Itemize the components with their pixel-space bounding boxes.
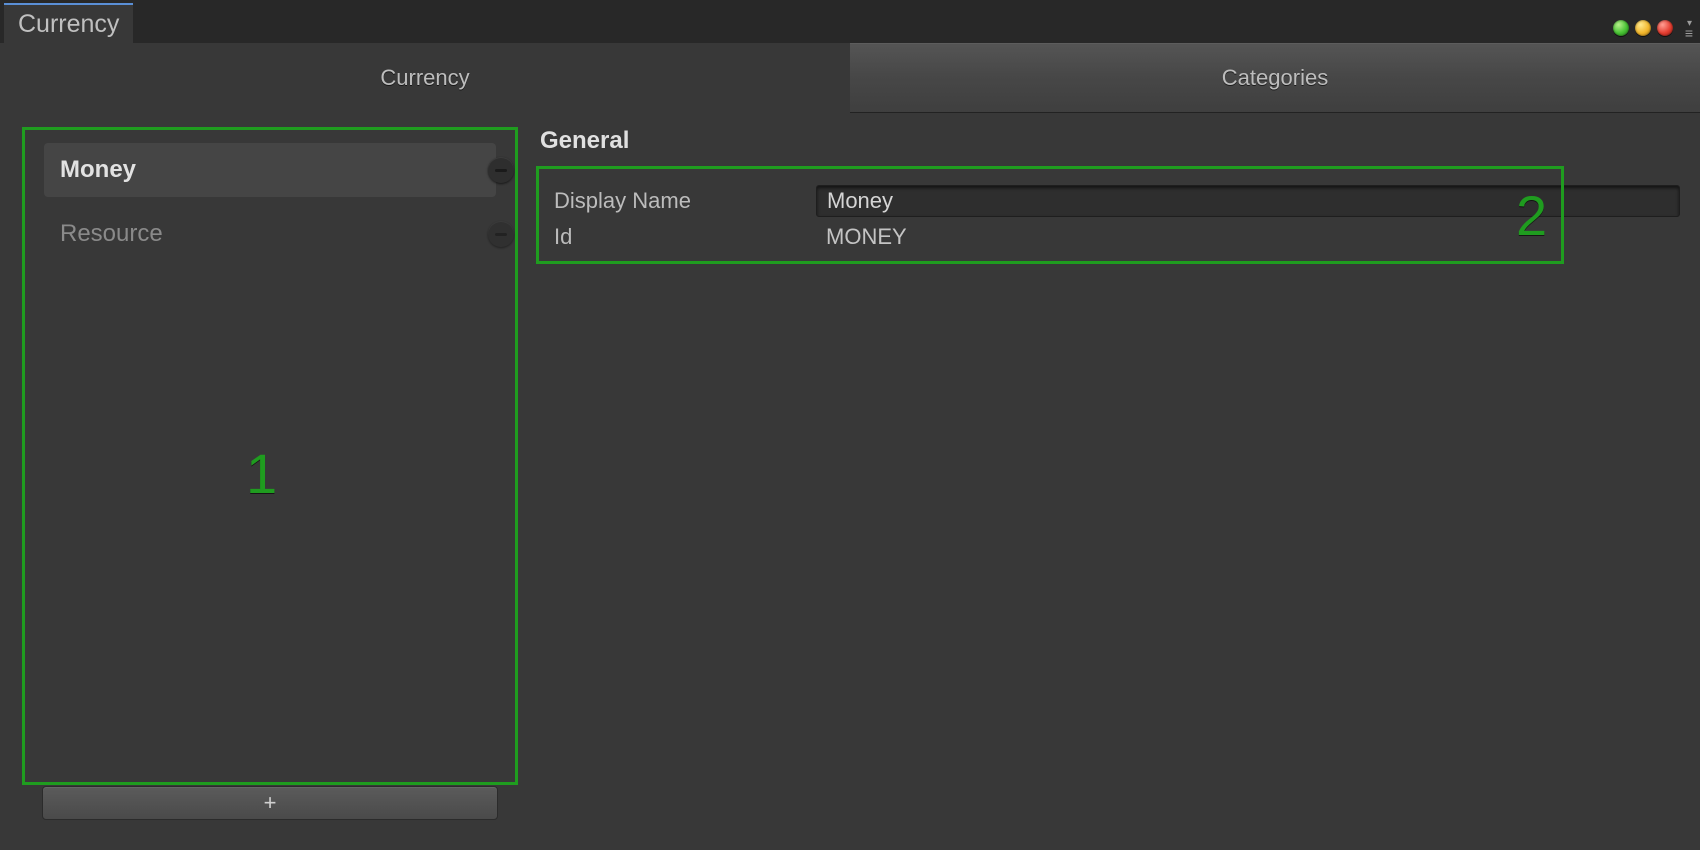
sidebar: Money Resource + <box>22 127 518 830</box>
sidebar-item-label: Resource <box>60 220 163 248</box>
traffic-light-red-icon[interactable] <box>1657 20 1673 36</box>
sidebar-item-resource[interactable]: Resource <box>44 207 496 261</box>
sidebar-item-money[interactable]: Money <box>44 143 496 197</box>
field-id: Id MONEY <box>540 219 1680 255</box>
editor-body: Money Resource + General Display Name Id <box>0 113 1700 850</box>
titlebar: Currency ▾≡ <box>0 0 1700 43</box>
tab-currency-label: Currency <box>380 65 469 91</box>
id-value: MONEY <box>816 224 907 250</box>
field-label: Display Name <box>540 188 816 214</box>
main-tabs: Currency Categories <box>0 43 1700 113</box>
add-item-button[interactable]: + <box>42 786 498 820</box>
traffic-light-yellow-icon[interactable] <box>1635 20 1651 36</box>
tab-currency[interactable]: Currency <box>0 43 850 113</box>
plus-icon: + <box>264 790 277 816</box>
field-label: Id <box>540 224 816 250</box>
traffic-light-green-icon[interactable] <box>1613 20 1629 36</box>
window-controls: ▾≡ <box>1613 19 1700 43</box>
sidebar-list: Money Resource <box>22 127 518 780</box>
tab-categories-label: Categories <box>1222 65 1328 91</box>
section-header-general: General <box>540 127 1680 155</box>
remove-item-button[interactable] <box>488 221 514 247</box>
window-tab-label: Currency <box>18 10 119 39</box>
remove-item-button[interactable] <box>488 157 514 183</box>
display-name-input[interactable] <box>816 185 1680 217</box>
sidebar-item-label: Money <box>60 156 136 184</box>
minus-icon <box>495 169 507 172</box>
window-tab-currency[interactable]: Currency <box>4 3 133 43</box>
panel-menu-icon[interactable]: ▾≡ <box>1685 19 1692 37</box>
minus-icon <box>495 233 507 236</box>
details-panel: General Display Name Id MONEY <box>540 127 1680 255</box>
tab-categories[interactable]: Categories <box>850 43 1700 113</box>
field-display-name: Display Name <box>540 183 1680 219</box>
